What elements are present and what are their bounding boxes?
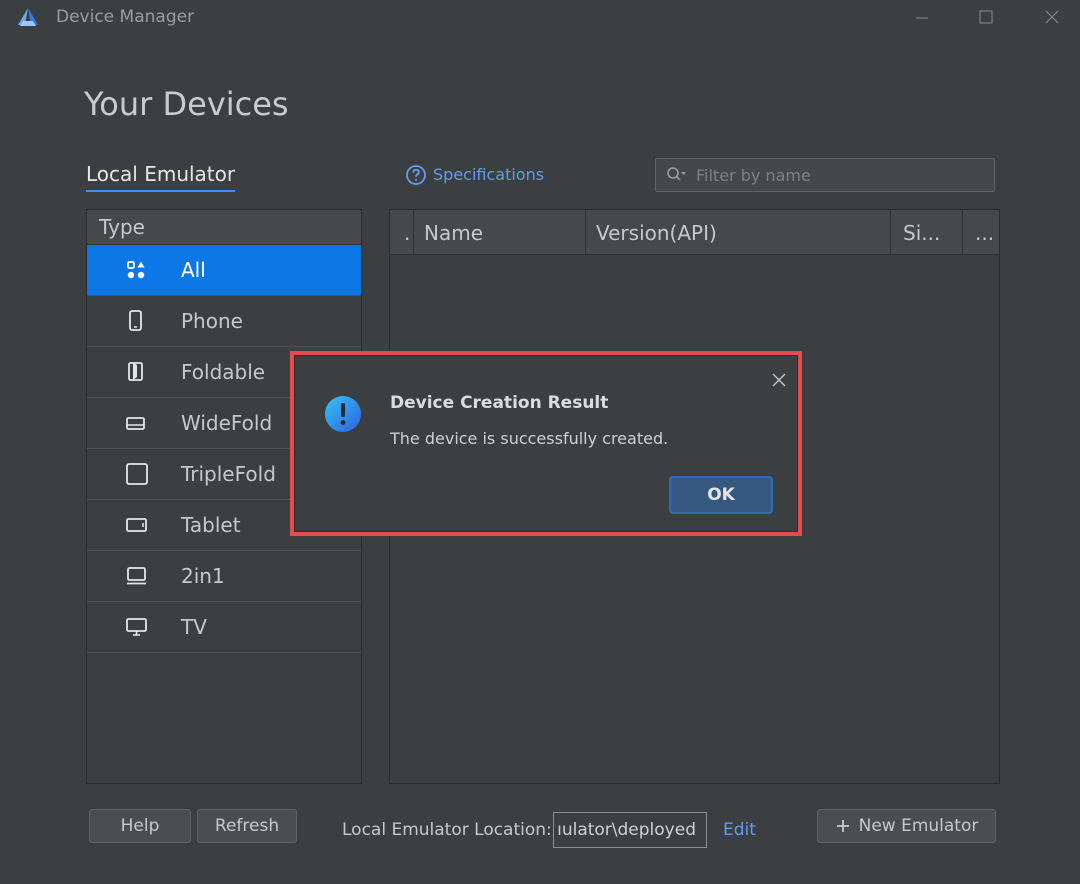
minimize-icon[interactable] xyxy=(902,4,942,30)
dialog-message: The device is successfully created. xyxy=(390,429,669,448)
page-title: Your Devices xyxy=(84,85,289,123)
grid-icon xyxy=(125,258,175,282)
foldable-icon xyxy=(125,360,175,384)
specifications-link[interactable]: Specifications xyxy=(405,164,544,186)
type-item-label: All xyxy=(181,258,206,282)
window-title: Device Manager xyxy=(56,7,195,27)
laptop-icon xyxy=(125,564,175,588)
help-circle-icon xyxy=(405,164,427,186)
device-creation-dialog: Device Creation Result The device is suc… xyxy=(290,351,802,536)
app-logo-icon xyxy=(16,6,40,28)
window-close-icon[interactable] xyxy=(1032,4,1072,30)
close-icon[interactable] xyxy=(769,370,789,390)
specifications-label: Specifications xyxy=(433,165,545,184)
type-item-label: TV xyxy=(181,615,207,639)
dialog-body: Device Creation Result The device is suc… xyxy=(294,355,798,532)
phone-icon xyxy=(125,309,175,333)
column-more[interactable]: ... xyxy=(963,210,999,255)
search-icon xyxy=(666,166,688,184)
plus-icon xyxy=(835,818,851,834)
title-bar: Device Manager xyxy=(0,0,1080,36)
tab-local-emulator[interactable]: Local Emulator xyxy=(86,160,236,192)
type-item-label: Phone xyxy=(181,309,243,333)
triplefold-icon xyxy=(125,462,175,486)
type-item-label: WideFold xyxy=(181,411,273,435)
location-label: Local Emulator Location: xyxy=(342,820,552,840)
dialog-title: Device Creation Result xyxy=(390,393,609,413)
refresh-button[interactable]: Refresh xyxy=(197,809,297,843)
edit-link[interactable]: Edit xyxy=(723,819,756,841)
widefold-icon xyxy=(125,411,175,435)
column-version[interactable]: Version(API) xyxy=(586,210,891,255)
location-field[interactable]: ıulator\deployed xyxy=(553,812,707,848)
type-item-all[interactable]: All xyxy=(87,245,361,296)
type-item-label: Foldable xyxy=(181,360,266,384)
type-item-tv[interactable]: TV xyxy=(87,602,361,653)
tablet-icon xyxy=(125,513,175,537)
new-emulator-button[interactable]: New Emulator xyxy=(817,809,996,843)
maximize-icon[interactable] xyxy=(966,4,1006,30)
type-item-label: 2in1 xyxy=(181,564,225,588)
ok-button[interactable]: OK xyxy=(669,476,773,514)
column-size[interactable]: Si... xyxy=(891,210,963,255)
help-button[interactable]: Help xyxy=(89,809,191,843)
filter-input[interactable] xyxy=(696,165,976,185)
type-item-2in1[interactable]: 2in1 xyxy=(87,551,361,602)
type-item-label: TripleFold xyxy=(181,462,276,486)
info-exclamation-icon xyxy=(323,394,363,434)
type-item-label: Tablet xyxy=(181,513,241,537)
column-name[interactable]: Name xyxy=(414,210,586,255)
tv-icon xyxy=(125,615,175,639)
column-select[interactable]: . xyxy=(390,210,414,255)
new-emulator-label: New Emulator xyxy=(858,816,979,836)
type-header: Type xyxy=(87,210,361,245)
filter-box[interactable] xyxy=(655,158,995,192)
table-header: . Name Version(API) Si... ... xyxy=(390,210,999,255)
type-item-phone[interactable]: Phone xyxy=(87,296,361,347)
location-value: ıulator\deployed xyxy=(557,820,696,840)
